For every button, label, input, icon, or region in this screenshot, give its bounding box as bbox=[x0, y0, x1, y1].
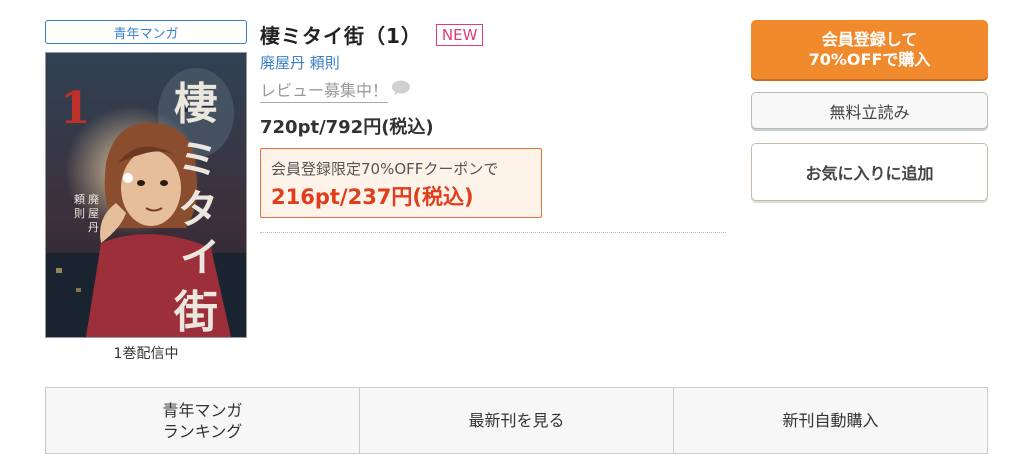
nav-auto-purchase[interactable]: 新刊自動購入 bbox=[674, 388, 987, 453]
nav-latest-volume[interactable]: 最新刊を見る bbox=[360, 388, 674, 453]
cover-volume-number: 1 bbox=[60, 83, 91, 134]
divider bbox=[260, 232, 726, 233]
free-read-button[interactable]: 無料立読み bbox=[751, 92, 988, 129]
author-link[interactable]: 廃屋丹 頼則 bbox=[260, 52, 340, 73]
speech-bubble-icon bbox=[391, 80, 411, 100]
add-to-favorites-label: お気に入りに追加 bbox=[805, 164, 934, 183]
svg-text:則: 則 bbox=[74, 207, 85, 220]
register-and-buy-label: 会員登録して 70%OFFで購入 bbox=[808, 29, 931, 69]
nav-latest-volume-label: 最新刊を見る bbox=[468, 411, 565, 430]
coupon-label: 会員登録限定70%OFFクーポンで bbox=[271, 160, 499, 178]
svg-text:タ: タ bbox=[178, 186, 218, 233]
svg-text:ミ: ミ bbox=[178, 136, 218, 183]
cover-artwork: 1 棲 ミ タ イ 街 廃 屋 丹 頼 則 bbox=[46, 53, 246, 337]
svg-text:廃: 廃 bbox=[88, 192, 99, 206]
title-row: 棲ミタイ街（1） NEW bbox=[260, 20, 484, 49]
price-label: 720pt/792円(税込) bbox=[260, 117, 434, 138]
free-read-label: 無料立読み bbox=[829, 102, 910, 122]
book-title[interactable]: 棲ミタイ街（1） bbox=[260, 20, 422, 49]
coupon-price: 216pt/237円(税込) bbox=[271, 185, 474, 209]
nav-genre-ranking-label: 青年マンガ ランキング bbox=[162, 400, 243, 441]
book-cover-image[interactable]: 1 棲 ミ タ イ 街 廃 屋 丹 頼 則 bbox=[45, 52, 247, 338]
svg-text:棲: 棲 bbox=[174, 79, 218, 130]
svg-text:丹: 丹 bbox=[88, 221, 99, 234]
review-link-text[interactable]: レビュー募集中！ bbox=[260, 77, 389, 103]
svg-text:頼: 頼 bbox=[74, 193, 85, 206]
register-and-buy-button[interactable]: 会員登録して 70%OFFで購入 bbox=[751, 20, 988, 79]
new-badge: NEW bbox=[435, 23, 484, 46]
genre-tag[interactable]: 青年マンガ bbox=[45, 20, 247, 44]
svg-text:イ: イ bbox=[180, 234, 220, 281]
bottom-nav: 青年マンガ ランキング 最新刊を見る 新刊自動購入 bbox=[45, 387, 988, 454]
volumes-available-label: 1巻配信中 bbox=[113, 346, 179, 362]
review-link[interactable]: レビュー募集中！ bbox=[260, 77, 411, 103]
nav-auto-purchase-label: 新刊自動購入 bbox=[782, 411, 879, 430]
coupon-box: 会員登録限定70%OFFクーポンで 216pt/237円(税込) bbox=[260, 148, 542, 218]
nav-genre-ranking[interactable]: 青年マンガ ランキング bbox=[46, 388, 360, 453]
add-to-favorites-button[interactable]: お気に入りに追加 bbox=[751, 143, 988, 201]
svg-text:屋: 屋 bbox=[88, 207, 99, 220]
svg-text:街: 街 bbox=[173, 287, 218, 337]
